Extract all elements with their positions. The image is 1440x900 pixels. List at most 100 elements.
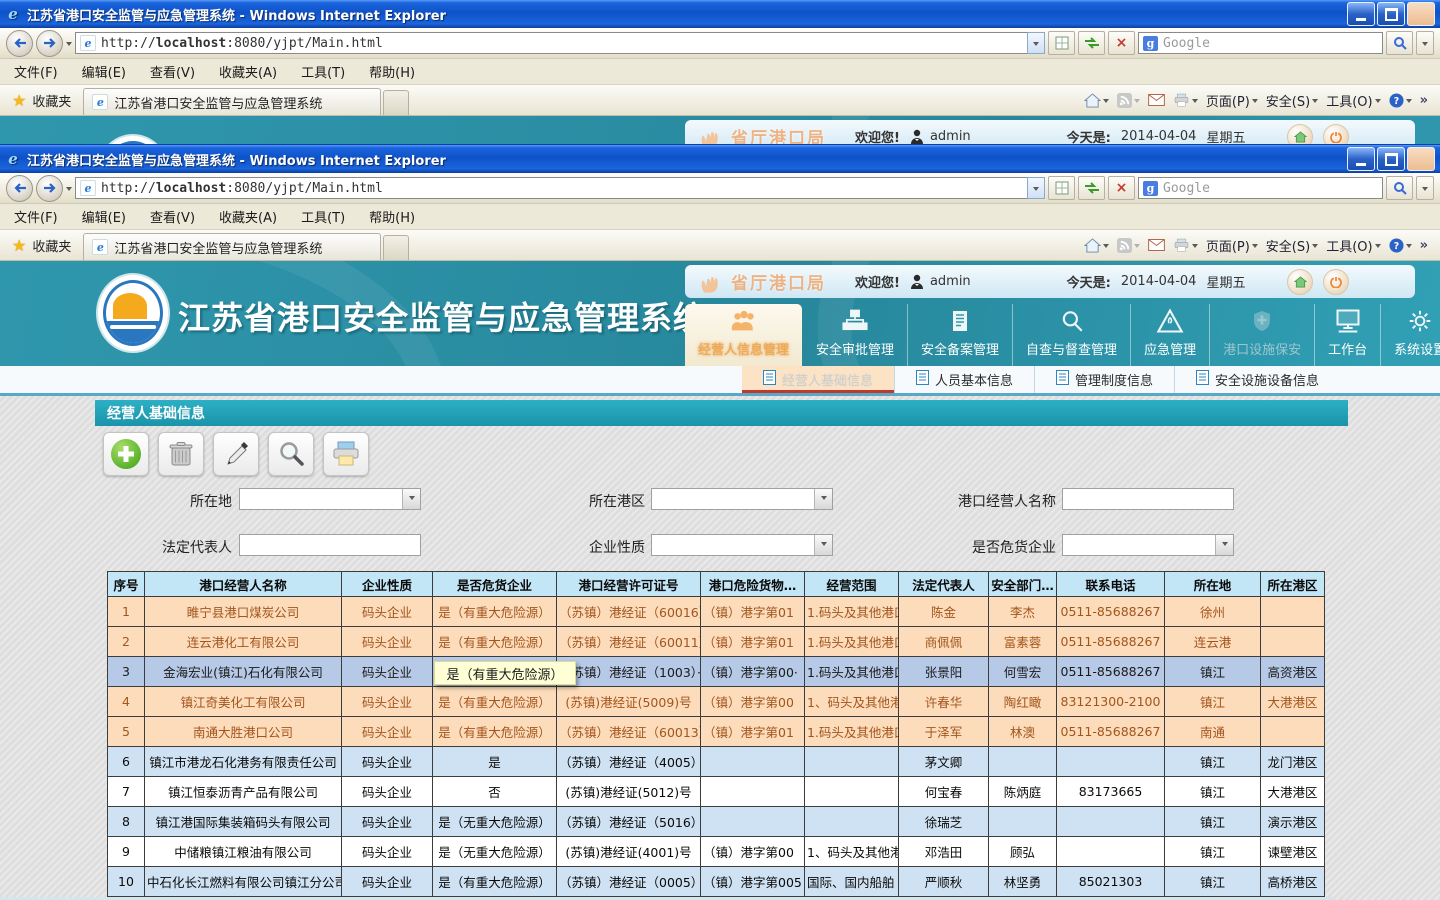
page-menu[interactable]: 页面(P): [1206, 236, 1258, 255]
menu-item-1[interactable]: 编辑(E): [82, 62, 126, 81]
table-row-5[interactable]: 5南通大胜港口公司码头企业是（有重大危险源）（苏镇）港经证（60013）（镇）港…: [108, 717, 1325, 747]
nav-item-经营人信息管理[interactable]: 经营人信息管理: [685, 304, 802, 366]
new-tab-stub[interactable]: [383, 90, 409, 115]
minimize-button[interactable]: [1347, 147, 1375, 171]
back-button[interactable]: [6, 30, 33, 57]
page-menu[interactable]: 页面(P): [1206, 91, 1258, 110]
mail-button[interactable]: [1148, 239, 1165, 251]
table-row-6[interactable]: 6镇江市港龙石化港务有限责任公司码头企业是（苏镇）港经证（4005）号茅文卿镇江…: [108, 747, 1325, 777]
home-button[interactable]: [1084, 238, 1109, 253]
search-button[interactable]: [268, 432, 314, 476]
menu-item-2[interactable]: 查看(V): [150, 62, 195, 81]
home-shortcut-button[interactable]: [1287, 269, 1313, 295]
minimize-button[interactable]: [1347, 2, 1375, 26]
search-options-button[interactable]: [1416, 176, 1434, 200]
rss-button[interactable]: [1117, 238, 1140, 253]
forward-button[interactable]: [36, 175, 63, 202]
delete-button[interactable]: [158, 432, 204, 476]
help-menu[interactable]: ?: [1389, 93, 1412, 108]
table-row-1[interactable]: 1睢宁县港口煤炭公司码头企业是（有重大危险源）（苏镇）港经证（60016）（镇）…: [108, 597, 1325, 627]
logout-button[interactable]: [1323, 269, 1349, 295]
table-row-10[interactable]: 10中石化长江燃料有限公司镇江分公司码头企业是（有重大危险源）（苏镇）港经证（0…: [108, 867, 1325, 897]
search-button[interactable]: [1386, 31, 1413, 55]
home-shortcut-button[interactable]: [1287, 124, 1313, 146]
search-input[interactable]: g Google: [1138, 32, 1383, 54]
nav-item-自查与督查管理[interactable]: 自查与督查管理: [1013, 304, 1131, 366]
table-row-2[interactable]: 2连云港化工有限公司码头企业是（有重大危险源）（苏镇）港经证（60011）（镇）…: [108, 627, 1325, 657]
history-dropdown-icon[interactable]: [66, 187, 72, 194]
url-dropdown-button[interactable]: [1027, 177, 1045, 199]
search-options-button[interactable]: [1416, 31, 1434, 55]
safety-menu[interactable]: 安全(S): [1266, 91, 1318, 110]
mail-button[interactable]: [1148, 94, 1165, 106]
add-button[interactable]: [103, 432, 149, 476]
logout-button[interactable]: [1323, 124, 1349, 146]
restore-button[interactable]: [1377, 147, 1405, 171]
refresh-button[interactable]: [1078, 176, 1105, 200]
subnav-item-安全设施设备信息[interactable]: 安全设施设备信息: [1174, 366, 1340, 393]
menu-item-5[interactable]: 帮助(H): [369, 62, 415, 81]
nav-item-安全审批管理[interactable]: 安全审批管理: [803, 304, 908, 366]
favorites-button[interactable]: ★ 收藏夹: [0, 85, 83, 115]
table-row-3[interactable]: 3金海宏业(镇江)石化有限公司码头企业是（有重大危险源）（苏镇）港经证（1003…: [108, 657, 1325, 687]
subnav-item-经营人基础信息[interactable]: 经营人基础信息: [742, 366, 894, 393]
print-button[interactable]: [1173, 238, 1198, 253]
stop-button[interactable]: ×: [1108, 176, 1135, 200]
nav-item-应急管理[interactable]: 应急管理: [1131, 304, 1210, 366]
help-menu[interactable]: ?: [1389, 238, 1412, 253]
more-commands-chevron[interactable]: »: [1420, 238, 1428, 253]
url-field[interactable]: e http://localhost:8080/yjpt/Main.html: [75, 177, 1028, 199]
tools-menu[interactable]: 工具(O): [1326, 236, 1380, 255]
nav-item-工作台[interactable]: 工作台: [1315, 304, 1381, 366]
operator-name-input[interactable]: [1062, 488, 1234, 510]
rss-button[interactable]: [1117, 93, 1140, 108]
legal-rep-input[interactable]: [239, 534, 421, 556]
url-dropdown-button[interactable]: [1027, 32, 1045, 54]
menu-item-5[interactable]: 帮助(H): [369, 207, 415, 226]
edit-button[interactable]: [213, 432, 259, 476]
nav-item-安全备案管理[interactable]: 安全备案管理: [908, 304, 1013, 366]
menu-item-0[interactable]: 文件(F): [14, 62, 58, 81]
forward-button[interactable]: [36, 30, 63, 57]
back-button[interactable]: [6, 175, 33, 202]
refresh-button[interactable]: [1078, 31, 1105, 55]
close-button[interactable]: [1407, 147, 1435, 171]
table-row-4[interactable]: 4镇江奇美化工有限公司码头企业是（有重大危险源）(苏镇)港经证(5009)号（镇…: [108, 687, 1325, 717]
favorites-button[interactable]: ★ 收藏夹: [0, 230, 83, 260]
menu-item-4[interactable]: 工具(T): [301, 207, 345, 226]
table-row-7[interactable]: 7镇江恒泰沥青产品有限公司码头企业否(苏镇)港经证(5012)号何宝春陈炳庭83…: [108, 777, 1325, 807]
menu-item-3[interactable]: 收藏夹(A): [219, 207, 277, 226]
compatibility-view-button[interactable]: [1048, 31, 1075, 55]
compatibility-view-button[interactable]: [1048, 176, 1075, 200]
restore-button[interactable]: [1377, 2, 1405, 26]
menu-item-0[interactable]: 文件(F): [14, 207, 58, 226]
print-button[interactable]: [323, 432, 369, 476]
subnav-item-管理制度信息[interactable]: 管理制度信息: [1034, 366, 1174, 393]
print-button[interactable]: [1173, 93, 1198, 108]
nav-item-港口设施保安[interactable]: 港口设施保安: [1210, 304, 1315, 366]
menu-item-4[interactable]: 工具(T): [301, 62, 345, 81]
new-tab-stub[interactable]: [383, 235, 409, 260]
history-dropdown-icon[interactable]: [66, 42, 72, 49]
port-area-select[interactable]: [651, 488, 833, 510]
location-select[interactable]: [239, 488, 421, 510]
menu-item-1[interactable]: 编辑(E): [82, 207, 126, 226]
dangerous-goods-select[interactable]: [1062, 534, 1234, 556]
table-row-9[interactable]: 9中储粮镇江粮油有限公司码头企业是（无重大危险源）(苏镇)港经证(4001)号（…: [108, 837, 1325, 867]
more-commands-chevron[interactable]: »: [1420, 93, 1428, 108]
safety-menu[interactable]: 安全(S): [1266, 236, 1318, 255]
search-input[interactable]: g Google: [1138, 177, 1383, 199]
stop-button[interactable]: ×: [1108, 31, 1135, 55]
subnav-item-人员基本信息[interactable]: 人员基本信息: [894, 366, 1034, 393]
menu-item-2[interactable]: 查看(V): [150, 207, 195, 226]
tools-menu[interactable]: 工具(O): [1326, 91, 1380, 110]
browser-tab[interactable]: e 江苏省港口安全监管与应急管理系统: [83, 88, 381, 115]
browser-tab[interactable]: e 江苏省港口安全监管与应急管理系统: [83, 233, 381, 260]
enterprise-type-select[interactable]: [651, 534, 833, 556]
table-row-8[interactable]: 8镇江港国际集装箱码头有限公司码头企业是（无重大危险源）（苏镇）港经证（5016…: [108, 807, 1325, 837]
close-button[interactable]: [1407, 2, 1435, 26]
menu-item-3[interactable]: 收藏夹(A): [219, 62, 277, 81]
url-field[interactable]: e http://localhost:8080/yjpt/Main.html: [75, 32, 1028, 54]
nav-item-系统设置[interactable]: 系统设置: [1381, 304, 1440, 366]
home-button[interactable]: [1084, 93, 1109, 108]
